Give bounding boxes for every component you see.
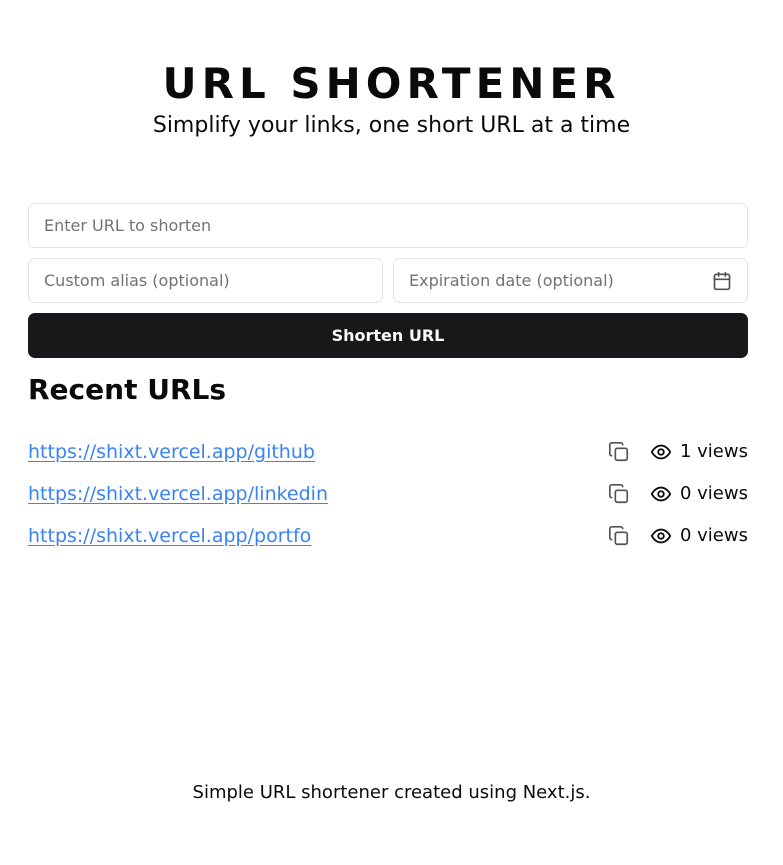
alias-input-placeholder: Custom alias (optional) (44, 271, 230, 290)
short-url-link[interactable]: https://shixt.vercel.app/portfo (28, 525, 311, 547)
list-item: https://shixt.vercel.app/portfo 0 views (28, 508, 748, 563)
page: URL SHORTENER Simplify your links, one s… (0, 0, 783, 865)
page-subtitle: Simplify your links, one short URL at a … (152, 113, 631, 138)
expiration-date-placeholder: Expiration date (optional) (409, 271, 614, 290)
footer-text: Simple URL shortener created using Next.… (192, 782, 591, 803)
url-meta: 1 views (608, 441, 748, 463)
copy-icon[interactable] (608, 483, 630, 505)
shorten-url-button[interactable]: Shorten URL (28, 313, 748, 358)
expiration-date-input[interactable]: Expiration date (optional) (393, 258, 748, 303)
copy-icon[interactable] (608, 441, 630, 463)
url-input[interactable]: Enter URL to shorten (28, 203, 748, 248)
url-meta: 0 views (608, 525, 748, 547)
url-list: https://shixt.vercel.app/github 1 views … (28, 424, 748, 563)
header: URL SHORTENER Simplify your links, one s… (0, 58, 783, 140)
options-row: Custom alias (optional) Expiration date … (28, 258, 748, 303)
eye-icon (650, 483, 672, 505)
alias-input[interactable]: Custom alias (optional) (28, 258, 383, 303)
recent-urls-title: Recent URLs (28, 373, 227, 406)
page-title: URL SHORTENER (162, 59, 621, 108)
eye-icon (650, 441, 672, 463)
view-count: 0 views (679, 525, 748, 546)
shorten-form: Enter URL to shorten Custom alias (optio… (28, 203, 748, 358)
eye-icon (650, 525, 672, 547)
calendar-icon[interactable] (712, 271, 732, 291)
short-url-link[interactable]: https://shixt.vercel.app/github (28, 441, 315, 463)
recent-urls-section: Recent URLs https://shixt.vercel.app/git… (28, 373, 748, 563)
url-input-placeholder: Enter URL to shorten (44, 216, 212, 235)
view-count: 1 views (679, 441, 748, 462)
copy-icon[interactable] (608, 525, 630, 547)
short-url-link[interactable]: https://shixt.vercel.app/linkedin (28, 483, 328, 505)
view-count: 0 views (679, 483, 748, 504)
url-meta: 0 views (608, 483, 748, 505)
